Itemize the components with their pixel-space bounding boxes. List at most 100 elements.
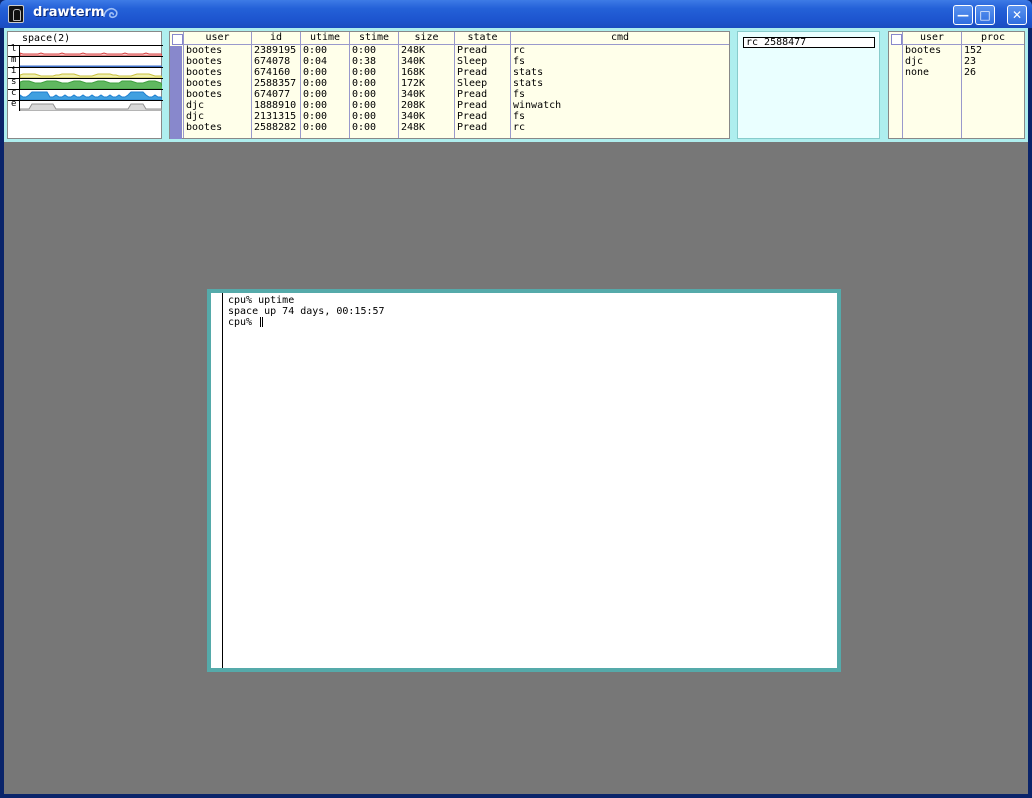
table-cell[interactable]: bootes (186, 45, 222, 56)
process-column-size: size 248K 340K 168K 172K 340K 208K 340K 248K (398, 32, 454, 138)
stat-graph (19, 57, 162, 67)
desktop[interactable]: space(2) lmisce user bootes bootes bootes bo… (4, 28, 1028, 794)
table-cell[interactable]: 2588357 (254, 78, 296, 89)
column-header[interactable]: user (903, 32, 961, 45)
window-title: drawterm (33, 5, 105, 20)
table-cell[interactable]: 2389195 (254, 45, 296, 56)
column-header[interactable]: stime (350, 32, 398, 45)
table-cell[interactable]: 2588282 (254, 122, 296, 133)
table-cell[interactable]: 0:00 (303, 67, 327, 78)
table-cell[interactable]: 0:00 (352, 45, 376, 56)
table-cell[interactable]: Pread (457, 45, 487, 56)
table-cell[interactable]: bootes (186, 122, 222, 133)
table-cell[interactable]: stats (513, 67, 543, 78)
terminal-scrollbar[interactable] (222, 293, 223, 668)
top-strip: space(2) lmisce user bootes bootes bootes bo… (4, 28, 1028, 142)
column-header[interactable]: proc (962, 32, 1024, 45)
column-header[interactable]: utime (301, 32, 349, 45)
table-cell[interactable]: 674077 (254, 89, 290, 100)
table-cell[interactable]: Pread (457, 67, 487, 78)
table-cell[interactable]: 340K (401, 56, 425, 67)
table-cell[interactable]: 0:00 (352, 67, 376, 78)
table-cell[interactable]: 0:00 (303, 45, 327, 56)
terminal-body[interactable]: cpu% uptime space up 74 days, 00:15:57 cpu… (211, 293, 837, 668)
table-cell[interactable]: 168K (401, 67, 425, 78)
user-scroll-toggle[interactable] (891, 34, 902, 45)
table-cell[interactable]: winwatch (513, 100, 561, 111)
table-cell[interactable]: djc (186, 111, 204, 122)
column-header[interactable]: user (184, 32, 251, 45)
table-cell[interactable]: 0:00 (352, 111, 376, 122)
table-cell[interactable]: bootes (186, 78, 222, 89)
column-header[interactable]: id (252, 32, 300, 45)
table-cell[interactable]: 340K (401, 89, 425, 100)
table-cell[interactable]: 0:00 (352, 89, 376, 100)
table-cell[interactable]: 340K (401, 111, 425, 122)
table-cell[interactable]: fs (513, 111, 525, 122)
stats-title: space(2) (22, 33, 71, 44)
table-cell[interactable]: 248K (401, 45, 425, 56)
table-cell[interactable]: 1888910 (254, 100, 296, 111)
rc-input[interactable]: rc 2588477 (743, 37, 875, 48)
table-cell[interactable]: Pread (457, 111, 487, 122)
process-scrollbar[interactable] (170, 46, 182, 139)
table-cell[interactable]: bootes (186, 56, 222, 67)
table-cell[interactable]: djc (186, 100, 204, 111)
table-cell[interactable]: 172K (401, 78, 425, 89)
table-cell[interactable]: 0:00 (303, 78, 327, 89)
table-cell[interactable]: bootes (186, 67, 222, 78)
table-cell[interactable]: rc (513, 122, 525, 133)
stat-row: c (8, 88, 163, 100)
terminal-window[interactable]: cpu% uptime space up 74 days, 00:15:57 cpu… (207, 289, 841, 672)
user-proc-table[interactable]: user bootes djc none proc 152 23 26 (888, 31, 1025, 139)
column-header[interactable]: state (455, 32, 510, 45)
table-cell[interactable]: bootes (905, 45, 941, 56)
table-cell[interactable]: 0:00 (352, 122, 376, 133)
table-cell[interactable]: rc (513, 45, 525, 56)
process-column-state: state Pread Sleep Pread Sleep Pread Pread Pread… (454, 32, 510, 138)
table-cell[interactable]: 248K (401, 122, 425, 133)
minimize-button[interactable]: — (953, 5, 973, 25)
terminal-text[interactable]: cpu% uptime space up 74 days, 00:15:57 cpu… (228, 295, 385, 328)
process-column-stime: stime 0:00 0:38 0:00 0:00 0:00 0:00 0:00 0:00 (349, 32, 398, 138)
table-cell[interactable]: fs (513, 56, 525, 67)
process-table[interactable]: user bootes bootes bootes bootes bootes djc djc… (169, 31, 730, 139)
table-cell[interactable]: 674160 (254, 67, 290, 78)
table-cell[interactable]: djc (905, 56, 923, 67)
stat-graph (19, 46, 162, 56)
table-cell[interactable]: stats (513, 78, 543, 89)
table-cell[interactable]: Pread (457, 122, 487, 133)
table-cell[interactable]: 0:00 (303, 111, 327, 122)
terminal-line: cpu% uptime (228, 295, 295, 306)
table-cell[interactable]: 152 (964, 45, 982, 56)
title-bar[interactable]: drawterm — □ ✕ (0, 0, 1032, 28)
table-cell[interactable]: Sleep (457, 56, 487, 67)
table-cell[interactable]: Sleep (457, 78, 487, 89)
table-cell[interactable]: 0:00 (352, 100, 376, 111)
table-cell[interactable]: none (905, 67, 929, 78)
table-cell[interactable]: Pread (457, 89, 487, 100)
table-cell[interactable]: 0:00 (303, 100, 327, 111)
stats-window[interactable]: space(2) lmisce (7, 31, 163, 139)
stat-graph (19, 101, 162, 111)
table-cell[interactable]: 674078 (254, 56, 290, 67)
maximize-button[interactable]: □ (975, 5, 995, 25)
table-cell[interactable]: Pread (457, 100, 487, 111)
close-button[interactable]: ✕ (1007, 5, 1027, 25)
table-cell[interactable]: 2131315 (254, 111, 296, 122)
rc-panel[interactable]: rc 2588477 (737, 31, 880, 139)
table-cell[interactable]: 26 (964, 67, 976, 78)
table-cell[interactable]: 0:00 (303, 122, 327, 133)
stat-row: l (8, 44, 163, 56)
table-cell[interactable]: fs (513, 89, 525, 100)
table-cell[interactable]: 23 (964, 56, 976, 67)
table-cell[interactable]: 0:04 (303, 56, 327, 67)
table-cell[interactable]: 208K (401, 100, 425, 111)
column-header[interactable]: cmd (511, 32, 729, 45)
table-cell[interactable]: bootes (186, 89, 222, 100)
process-scroll-toggle[interactable] (172, 34, 183, 45)
column-header[interactable]: size (399, 32, 454, 45)
table-cell[interactable]: 0:38 (352, 56, 376, 67)
table-cell[interactable]: 0:00 (303, 89, 327, 100)
table-cell[interactable]: 0:00 (352, 78, 376, 89)
